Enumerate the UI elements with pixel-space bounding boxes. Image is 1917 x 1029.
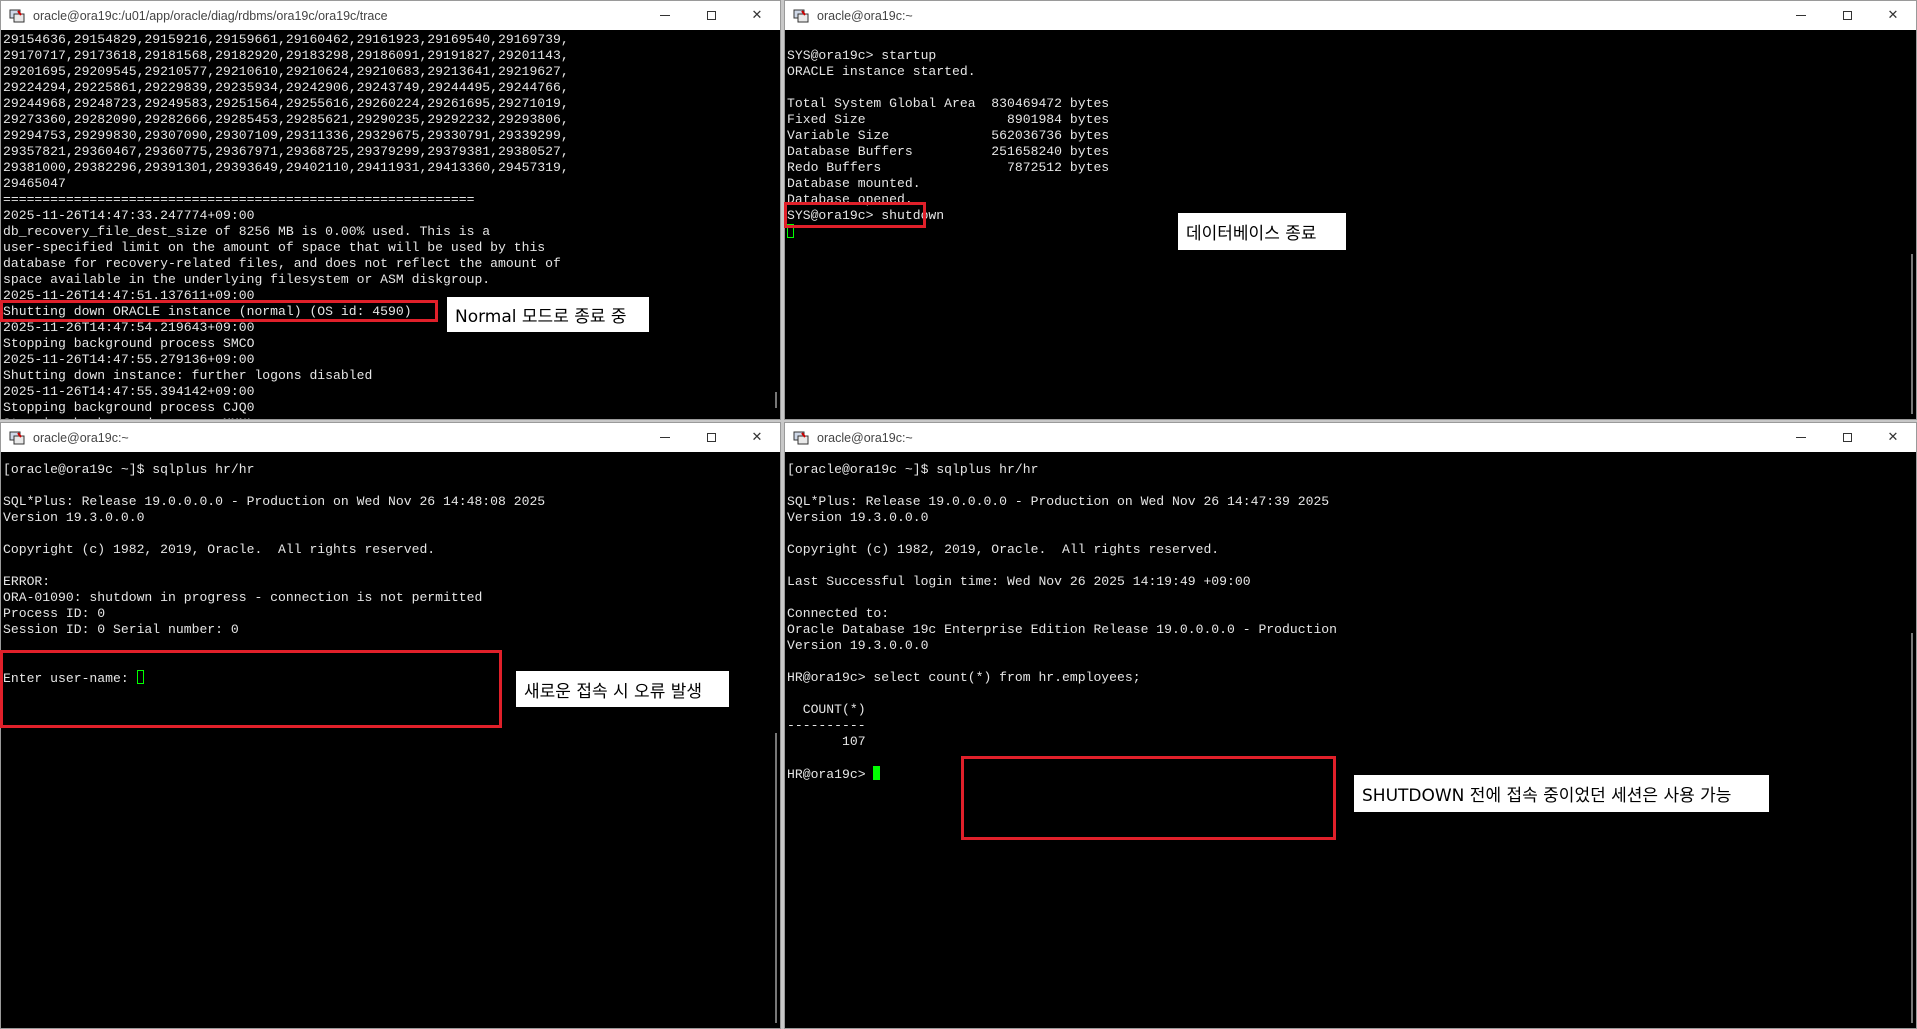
maximize-icon[interactable] xyxy=(688,1,734,30)
terminal-output[interactable]: 29154636,29154829,29159216,29159661,2916… xyxy=(3,30,766,419)
callout-normal-mode: Normal 모드로 종료 중 xyxy=(447,297,649,332)
close-icon[interactable]: ✕ xyxy=(1870,1,1916,30)
maximize-icon[interactable] xyxy=(1824,423,1870,452)
maximize-icon[interactable] xyxy=(688,423,734,452)
minimize-icon[interactable] xyxy=(1778,1,1824,30)
scrollbar-thumb[interactable] xyxy=(775,733,777,1023)
terminal-text: SYS@ora19c> startup ORACLE instance star… xyxy=(787,48,1110,223)
putty-icon xyxy=(793,9,809,22)
terminal-window-sys[interactable]: oracle@ora19c:~ ✕ SYS@ora19c> startup OR… xyxy=(784,0,1917,420)
title-bar[interactable]: oracle@ora19c:~ ✕ xyxy=(785,423,1916,452)
username-prompt: Enter user-name: xyxy=(3,671,137,686)
sql-prompt: HR@ora19c> xyxy=(787,767,874,782)
scrollbar-thumb[interactable] xyxy=(1911,633,1913,1023)
putty-icon xyxy=(9,431,25,444)
terminal-output[interactable]: [oracle@ora19c ~]$ sqlplus hr/hr SQL*Plu… xyxy=(787,460,1902,1028)
callout-session-usable: SHUTDOWN 전에 접속 중이었던 세션은 사용 가능 xyxy=(1354,775,1769,812)
window-title: oracle@ora19c:~ xyxy=(817,8,913,23)
close-icon[interactable]: ✕ xyxy=(734,423,780,452)
minimize-icon[interactable] xyxy=(642,423,688,452)
terminal-cursor xyxy=(787,224,794,238)
window-title: oracle@ora19c:~ xyxy=(817,430,913,445)
window-title: oracle@ora19c:~ xyxy=(33,430,129,445)
scrollbar-thumb[interactable] xyxy=(775,392,777,408)
terminal-cursor xyxy=(873,766,881,780)
title-bar[interactable]: oracle@ora19c:~ ✕ xyxy=(1,423,780,452)
putty-icon xyxy=(793,431,809,444)
close-icon[interactable]: ✕ xyxy=(734,1,780,30)
close-icon[interactable]: ✕ xyxy=(1870,423,1916,452)
terminal-cursor xyxy=(136,670,144,684)
title-bar[interactable]: oracle@ora19c:/u01/app/oracle/diag/rdbms… xyxy=(1,1,780,30)
scrollbar-thumb[interactable] xyxy=(1911,254,1913,414)
terminal-text: 29154636,29154829,29159216,29159661,2916… xyxy=(3,32,569,419)
window-title: oracle@ora19c:/u01/app/oracle/diag/rdbms… xyxy=(33,8,388,23)
minimize-icon[interactable] xyxy=(642,1,688,30)
terminal-text: [oracle@ora19c ~]$ sqlplus hr/hr SQL*Plu… xyxy=(3,462,546,637)
callout-connection-error: 새로운 접속 시 오류 발생 xyxy=(516,671,729,707)
title-bar[interactable]: oracle@ora19c:~ ✕ xyxy=(785,1,1916,30)
terminal-window-existing-session[interactable]: oracle@ora19c:~ ✕ [oracle@ora19c ~]$ sql… xyxy=(784,422,1917,1029)
maximize-icon[interactable] xyxy=(1824,1,1870,30)
terminal-text: [oracle@ora19c ~]$ sqlplus hr/hr SQL*Plu… xyxy=(787,462,1338,749)
terminal-output[interactable]: [oracle@ora19c ~]$ sqlplus hr/hr SQL*Plu… xyxy=(3,460,766,1028)
minimize-icon[interactable] xyxy=(1778,423,1824,452)
callout-db-shutdown: 데이터베이스 종료 xyxy=(1178,213,1346,250)
terminal-window-alert-log[interactable]: oracle@ora19c:/u01/app/oracle/diag/rdbms… xyxy=(0,0,781,420)
putty-icon xyxy=(9,9,25,22)
terminal-window-new-session[interactable]: oracle@ora19c:~ ✕ [oracle@ora19c ~]$ sql… xyxy=(0,422,781,1029)
